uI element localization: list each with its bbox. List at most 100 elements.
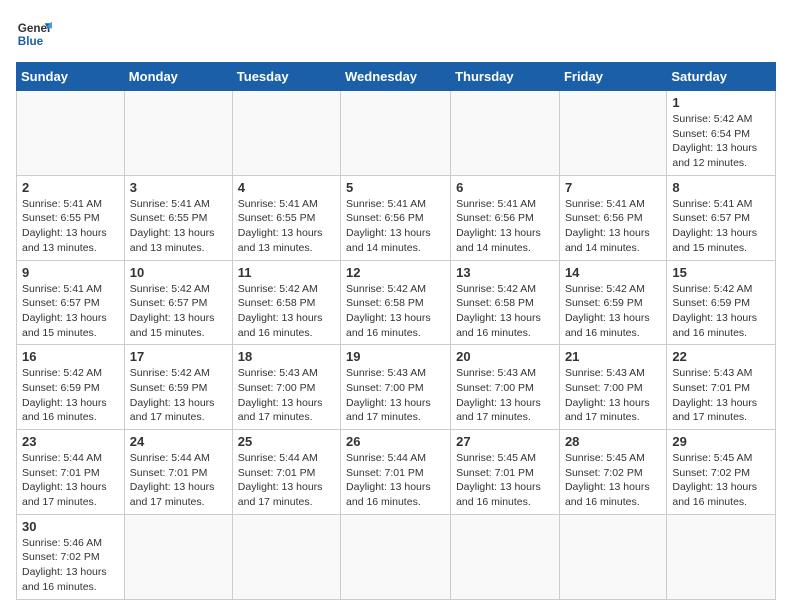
day-info: Sunrise: 5:41 AMSunset: 6:56 PMDaylight:… bbox=[565, 197, 661, 256]
calendar-body: 1 Sunrise: 5:42 AMSunset: 6:54 PMDayligh… bbox=[17, 91, 776, 600]
day-info: Sunrise: 5:42 AMSunset: 6:57 PMDaylight:… bbox=[130, 282, 227, 341]
calendar-cell: 13 Sunrise: 5:42 AMSunset: 6:58 PMDaylig… bbox=[451, 260, 560, 345]
day-info: Sunrise: 5:42 AMSunset: 6:59 PMDaylight:… bbox=[672, 282, 770, 341]
logo: General Blue bbox=[16, 16, 56, 52]
day-number: 30 bbox=[22, 519, 119, 534]
day-number: 1 bbox=[672, 95, 770, 110]
day-info: Sunrise: 5:45 AMSunset: 7:01 PMDaylight:… bbox=[456, 451, 554, 510]
weekday-header-monday: Monday bbox=[124, 63, 232, 91]
svg-text:Blue: Blue bbox=[18, 35, 44, 48]
day-info: Sunrise: 5:41 AMSunset: 6:57 PMDaylight:… bbox=[672, 197, 770, 256]
calendar-cell: 10 Sunrise: 5:42 AMSunset: 6:57 PMDaylig… bbox=[124, 260, 232, 345]
calendar-cell: 6 Sunrise: 5:41 AMSunset: 6:56 PMDayligh… bbox=[451, 175, 560, 260]
calendar-cell: 20 Sunrise: 5:43 AMSunset: 7:00 PMDaylig… bbox=[451, 345, 560, 430]
day-info: Sunrise: 5:46 AMSunset: 7:02 PMDaylight:… bbox=[22, 536, 119, 595]
day-number: 6 bbox=[456, 180, 554, 195]
day-number: 22 bbox=[672, 349, 770, 364]
day-info: Sunrise: 5:41 AMSunset: 6:55 PMDaylight:… bbox=[238, 197, 335, 256]
day-number: 11 bbox=[238, 265, 335, 280]
day-number: 12 bbox=[346, 265, 445, 280]
day-info: Sunrise: 5:41 AMSunset: 6:56 PMDaylight:… bbox=[346, 197, 445, 256]
calendar-cell: 18 Sunrise: 5:43 AMSunset: 7:00 PMDaylig… bbox=[232, 345, 340, 430]
calendar-cell bbox=[451, 91, 560, 176]
week-row-5: 30 Sunrise: 5:46 AMSunset: 7:02 PMDaylig… bbox=[17, 514, 776, 599]
calendar-cell bbox=[341, 514, 451, 599]
weekday-header-row: SundayMondayTuesdayWednesdayThursdayFrid… bbox=[17, 63, 776, 91]
day-info: Sunrise: 5:42 AMSunset: 6:58 PMDaylight:… bbox=[456, 282, 554, 341]
day-info: Sunrise: 5:44 AMSunset: 7:01 PMDaylight:… bbox=[22, 451, 119, 510]
day-info: Sunrise: 5:42 AMSunset: 6:59 PMDaylight:… bbox=[565, 282, 661, 341]
day-number: 5 bbox=[346, 180, 445, 195]
day-info: Sunrise: 5:43 AMSunset: 7:00 PMDaylight:… bbox=[456, 366, 554, 425]
week-row-4: 23 Sunrise: 5:44 AMSunset: 7:01 PMDaylig… bbox=[17, 430, 776, 515]
day-number: 29 bbox=[672, 434, 770, 449]
weekday-header-sunday: Sunday bbox=[17, 63, 125, 91]
day-info: Sunrise: 5:43 AMSunset: 7:01 PMDaylight:… bbox=[672, 366, 770, 425]
day-info: Sunrise: 5:43 AMSunset: 7:00 PMDaylight:… bbox=[238, 366, 335, 425]
day-info: Sunrise: 5:43 AMSunset: 7:00 PMDaylight:… bbox=[346, 366, 445, 425]
day-info: Sunrise: 5:44 AMSunset: 7:01 PMDaylight:… bbox=[130, 451, 227, 510]
weekday-header-thursday: Thursday bbox=[451, 63, 560, 91]
weekday-header-saturday: Saturday bbox=[667, 63, 776, 91]
day-number: 16 bbox=[22, 349, 119, 364]
day-number: 24 bbox=[130, 434, 227, 449]
calendar-table: SundayMondayTuesdayWednesdayThursdayFrid… bbox=[16, 62, 776, 600]
week-row-3: 16 Sunrise: 5:42 AMSunset: 6:59 PMDaylig… bbox=[17, 345, 776, 430]
day-number: 2 bbox=[22, 180, 119, 195]
day-number: 4 bbox=[238, 180, 335, 195]
calendar-cell: 8 Sunrise: 5:41 AMSunset: 6:57 PMDayligh… bbox=[667, 175, 776, 260]
day-info: Sunrise: 5:44 AMSunset: 7:01 PMDaylight:… bbox=[238, 451, 335, 510]
calendar-cell: 23 Sunrise: 5:44 AMSunset: 7:01 PMDaylig… bbox=[17, 430, 125, 515]
day-number: 27 bbox=[456, 434, 554, 449]
weekday-header-friday: Friday bbox=[559, 63, 666, 91]
day-number: 14 bbox=[565, 265, 661, 280]
day-info: Sunrise: 5:42 AMSunset: 6:58 PMDaylight:… bbox=[238, 282, 335, 341]
week-row-2: 9 Sunrise: 5:41 AMSunset: 6:57 PMDayligh… bbox=[17, 260, 776, 345]
day-number: 15 bbox=[672, 265, 770, 280]
calendar-cell bbox=[124, 91, 232, 176]
day-info: Sunrise: 5:41 AMSunset: 6:57 PMDaylight:… bbox=[22, 282, 119, 341]
day-info: Sunrise: 5:43 AMSunset: 7:00 PMDaylight:… bbox=[565, 366, 661, 425]
calendar-cell: 2 Sunrise: 5:41 AMSunset: 6:55 PMDayligh… bbox=[17, 175, 125, 260]
day-number: 21 bbox=[565, 349, 661, 364]
day-number: 7 bbox=[565, 180, 661, 195]
calendar-cell: 25 Sunrise: 5:44 AMSunset: 7:01 PMDaylig… bbox=[232, 430, 340, 515]
calendar-cell bbox=[451, 514, 560, 599]
day-number: 9 bbox=[22, 265, 119, 280]
day-number: 20 bbox=[456, 349, 554, 364]
calendar-cell: 9 Sunrise: 5:41 AMSunset: 6:57 PMDayligh… bbox=[17, 260, 125, 345]
calendar-cell: 19 Sunrise: 5:43 AMSunset: 7:00 PMDaylig… bbox=[341, 345, 451, 430]
calendar-cell bbox=[17, 91, 125, 176]
calendar-cell: 24 Sunrise: 5:44 AMSunset: 7:01 PMDaylig… bbox=[124, 430, 232, 515]
day-info: Sunrise: 5:42 AMSunset: 6:59 PMDaylight:… bbox=[130, 366, 227, 425]
calendar-cell: 28 Sunrise: 5:45 AMSunset: 7:02 PMDaylig… bbox=[559, 430, 666, 515]
day-number: 18 bbox=[238, 349, 335, 364]
header: General Blue bbox=[16, 16, 776, 52]
day-number: 23 bbox=[22, 434, 119, 449]
day-info: Sunrise: 5:45 AMSunset: 7:02 PMDaylight:… bbox=[565, 451, 661, 510]
day-number: 10 bbox=[130, 265, 227, 280]
calendar-cell: 27 Sunrise: 5:45 AMSunset: 7:01 PMDaylig… bbox=[451, 430, 560, 515]
day-info: Sunrise: 5:45 AMSunset: 7:02 PMDaylight:… bbox=[672, 451, 770, 510]
calendar-cell bbox=[124, 514, 232, 599]
weekday-header-wednesday: Wednesday bbox=[341, 63, 451, 91]
week-row-0: 1 Sunrise: 5:42 AMSunset: 6:54 PMDayligh… bbox=[17, 91, 776, 176]
calendar-cell: 1 Sunrise: 5:42 AMSunset: 6:54 PMDayligh… bbox=[667, 91, 776, 176]
day-number: 3 bbox=[130, 180, 227, 195]
calendar-cell: 29 Sunrise: 5:45 AMSunset: 7:02 PMDaylig… bbox=[667, 430, 776, 515]
logo-icon: General Blue bbox=[16, 16, 52, 52]
calendar-cell: 22 Sunrise: 5:43 AMSunset: 7:01 PMDaylig… bbox=[667, 345, 776, 430]
week-row-1: 2 Sunrise: 5:41 AMSunset: 6:55 PMDayligh… bbox=[17, 175, 776, 260]
calendar-cell: 16 Sunrise: 5:42 AMSunset: 6:59 PMDaylig… bbox=[17, 345, 125, 430]
calendar-cell: 26 Sunrise: 5:44 AMSunset: 7:01 PMDaylig… bbox=[341, 430, 451, 515]
calendar-cell: 4 Sunrise: 5:41 AMSunset: 6:55 PMDayligh… bbox=[232, 175, 340, 260]
calendar-cell: 14 Sunrise: 5:42 AMSunset: 6:59 PMDaylig… bbox=[559, 260, 666, 345]
day-info: Sunrise: 5:41 AMSunset: 6:55 PMDaylight:… bbox=[22, 197, 119, 256]
calendar-cell: 11 Sunrise: 5:42 AMSunset: 6:58 PMDaylig… bbox=[232, 260, 340, 345]
day-info: Sunrise: 5:44 AMSunset: 7:01 PMDaylight:… bbox=[346, 451, 445, 510]
day-number: 26 bbox=[346, 434, 445, 449]
day-number: 8 bbox=[672, 180, 770, 195]
day-info: Sunrise: 5:42 AMSunset: 6:59 PMDaylight:… bbox=[22, 366, 119, 425]
calendar-cell: 3 Sunrise: 5:41 AMSunset: 6:55 PMDayligh… bbox=[124, 175, 232, 260]
calendar-cell: 17 Sunrise: 5:42 AMSunset: 6:59 PMDaylig… bbox=[124, 345, 232, 430]
